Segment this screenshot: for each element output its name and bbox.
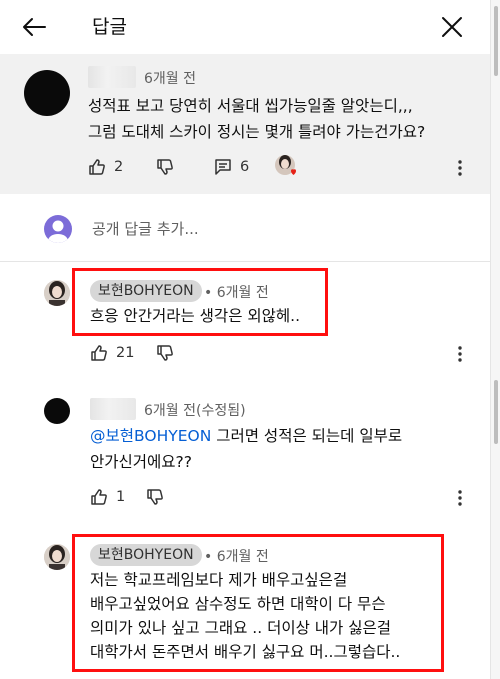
- channel-name-badge[interactable]: 보현BOHYEON: [90, 544, 202, 566]
- dislike-button[interactable]: [156, 158, 174, 176]
- reply-text-line-4: 대학가서 돈주면서 배우기 싫구요 머..그렇습다..: [90, 643, 401, 661]
- reply-text-line-3: 의미가 있나 싶고 그래요 .. 더이상 내가 싫은걸: [90, 619, 392, 637]
- dislike-button[interactable]: [156, 344, 174, 362]
- reply-text-line-2: 안가신거에요??: [90, 453, 193, 471]
- comment-text-line-1: 성적표 보고 당연히 서울대 씹가능일줄 알앗는디,,,: [88, 97, 413, 115]
- replies-screen: 답글 6개월 전 성적표 보고 당연히 서울대 씹가능일줄 알앗는디,,, 그럼…: [0, 0, 500, 679]
- blurred-author-name: [88, 66, 136, 88]
- reply-time: 6개월 전(수정됨): [144, 403, 246, 419]
- vertical-dots-icon: [458, 490, 462, 506]
- vertical-dots-icon: [458, 160, 462, 176]
- reply-count: 6: [240, 159, 250, 175]
- comment-icon: [214, 158, 232, 176]
- arrow-left-icon: [21, 16, 47, 38]
- reply-text-line-1: 흐응 안간거라는 생각은 외않헤..: [90, 307, 301, 325]
- reply-time: • 6개월 전: [204, 549, 269, 565]
- vertical-dots-icon: [458, 346, 462, 362]
- reply-text-fragment: 그러면 성적은 되는데 일부로: [211, 427, 403, 445]
- reply-text-line-1: @보현BOHYEON 그러면 성적은 되는데 일부로: [90, 424, 402, 448]
- author-avatar[interactable]: [44, 544, 70, 570]
- close-icon: [441, 16, 463, 38]
- like-button[interactable]: 1: [90, 488, 125, 506]
- dislike-button[interactable]: [146, 488, 164, 506]
- thumbs-up-icon: [90, 488, 108, 506]
- back-button[interactable]: [14, 8, 54, 46]
- parent-comment: 6개월 전 성적표 보고 당연히 서울대 씹가능일줄 알앗는디,,, 그럼 도대…: [0, 54, 490, 194]
- channel-name-badge[interactable]: 보현BOHYEON: [90, 280, 202, 302]
- like-button[interactable]: 2: [88, 158, 123, 176]
- blurred-author-name: [90, 398, 136, 420]
- mention-link[interactable]: @보현BOHYEON: [90, 427, 211, 445]
- comment-text-line-2: 그럼 도대체 스카이 정시는 몇개 틀려야 가는건가요?: [88, 123, 426, 141]
- reply-text-line-2: 배우고싶었어요 삼수정도 하면 대학이 다 무슨: [90, 595, 386, 613]
- scrollbar-thumb[interactable]: [494, 380, 498, 444]
- more-options-button[interactable]: [450, 488, 470, 508]
- reply-text-line-1: 저는 학교프레임보다 제가 배우고싶은걸: [90, 571, 348, 589]
- reply-time: • 6개월 전: [204, 285, 269, 301]
- author-avatar[interactable]: [44, 280, 70, 306]
- like-count: 1: [116, 489, 126, 505]
- like-count: 21: [116, 345, 135, 361]
- more-options-button[interactable]: [450, 158, 470, 178]
- like-button[interactable]: 21: [90, 344, 134, 362]
- thumbs-up-icon: [88, 158, 106, 176]
- avatar[interactable]: [24, 70, 70, 116]
- thumbs-up-icon: [90, 344, 108, 362]
- scrollbar[interactable]: [490, 0, 500, 679]
- close-button[interactable]: [432, 8, 472, 46]
- thumbs-down-icon: [146, 488, 164, 506]
- comment-time: 6개월 전: [144, 71, 196, 87]
- scrollbar-thumb[interactable]: [494, 6, 498, 76]
- user-profile-icon: [44, 215, 72, 243]
- creator-heart-icon: [274, 154, 300, 180]
- top-bar: 답글: [0, 0, 500, 54]
- like-count: 2: [114, 159, 124, 175]
- add-reply-input[interactable]: 공개 답글 추가...: [92, 218, 199, 239]
- author-avatar[interactable]: [44, 398, 70, 424]
- add-reply-row[interactable]: 공개 답글 추가...: [0, 194, 490, 262]
- more-options-button[interactable]: [450, 344, 470, 364]
- thumbs-down-icon: [156, 344, 174, 362]
- page-title: 답글: [92, 16, 127, 38]
- thumbs-down-icon: [156, 158, 174, 176]
- reply-count-button[interactable]: 6: [214, 158, 249, 176]
